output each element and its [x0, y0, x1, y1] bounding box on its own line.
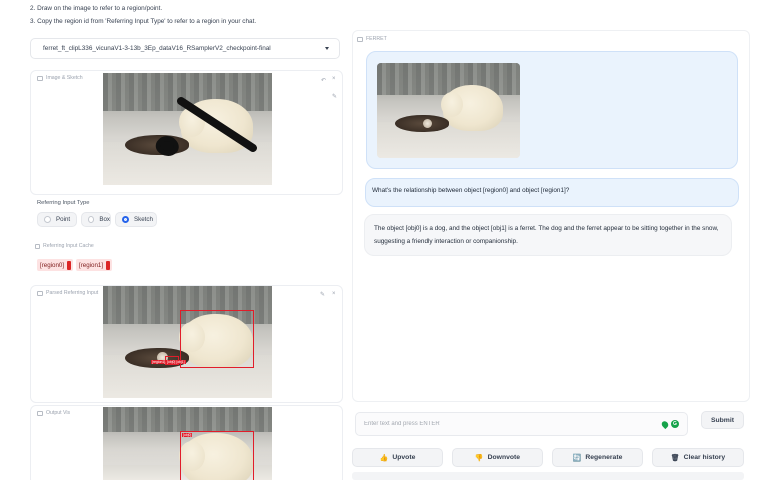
pencil-icon[interactable]: ✎ [320, 291, 325, 298]
radio-selected-icon [122, 216, 129, 223]
clear-history-button[interactable]: 🗑 Clear history [652, 448, 744, 467]
model-select-value: ferret_ft_clipL336_vicunaV1-3-13b_3Ep_da… [43, 45, 271, 52]
checkbox-icon [35, 243, 40, 249]
radio-circle-icon [88, 216, 95, 223]
output-vis-image: [obj0] [103, 407, 272, 480]
chat-image [377, 63, 520, 158]
sketch-strokes [155, 97, 257, 156]
sketch-canvas[interactable] [103, 73, 272, 185]
image-icon [37, 75, 43, 81]
refresh-icon: 🔄 [572, 454, 582, 462]
referring-input-label: Referring Input Type [37, 200, 90, 206]
chat-label: FERRET [357, 36, 387, 42]
ferret-face-shape [423, 119, 432, 128]
region-color-swatch [67, 260, 72, 270]
region-tag-0[interactable]: [region0] [37, 259, 73, 271]
radio-sketch[interactable]: Sketch [115, 212, 157, 227]
parsed-image: [region1], [obj0] [obj1] [103, 286, 272, 398]
chevron-down-icon [325, 47, 329, 50]
radio-point[interactable]: Point [37, 212, 77, 227]
chat-icon [357, 36, 363, 42]
ferret-shape [395, 115, 449, 132]
radio-box[interactable]: Box [81, 212, 111, 227]
undo-icon[interactable]: ↶ [321, 77, 326, 84]
image-icon [37, 290, 43, 296]
referring-cache-label: Referring Input Cache [35, 243, 94, 249]
image-sketch-label: Image & Sketch [37, 75, 83, 81]
output-vis-label: Output Vis [37, 410, 70, 416]
chat-input-box: G [355, 412, 688, 436]
output-box-label: [obj0] [182, 433, 193, 437]
region-box-1 [180, 310, 254, 368]
thumbs-up-icon: 👍 [379, 454, 389, 462]
instruction-step-3: 3. Copy the region id from 'Referring In… [30, 18, 257, 25]
model-select[interactable]: ferret_ft_clipL336_vicunaV1-3-13b_3Ep_da… [30, 38, 340, 59]
dog-head-shape [441, 92, 463, 117]
instruction-step-2: 2. Draw on the image to refer to a regio… [30, 5, 163, 12]
region-box-label: [region1], [obj0] [obj1] [151, 360, 186, 364]
trash-icon: 🗑 [670, 454, 680, 462]
chat-input[interactable] [356, 413, 687, 435]
regenerate-button[interactable]: 🔄 Regenerate [552, 448, 643, 467]
image-icon [37, 410, 43, 416]
submit-button[interactable]: Submit [701, 411, 744, 429]
region-tag-1[interactable]: [region1] [76, 259, 112, 271]
parsed-input-label: Parsed Referring Input [37, 290, 98, 296]
user-message: What's the relationship between object [… [372, 187, 570, 194]
upvote-button[interactable]: 👍 Upvote [352, 448, 443, 467]
downvote-button[interactable]: 👎 Downvote [452, 448, 543, 467]
close-icon[interactable]: × [332, 291, 336, 297]
close-icon[interactable]: × [332, 76, 336, 82]
output-box-0 [180, 431, 254, 480]
region-color-swatch [106, 260, 111, 270]
pencil-icon[interactable]: ✎ [332, 93, 337, 100]
thumbs-down-icon: 👎 [474, 454, 484, 462]
grammar-check-icon[interactable]: G [671, 420, 679, 428]
bottom-scroll-area [352, 472, 744, 480]
radio-circle-icon [44, 216, 51, 223]
bot-message: The object [obj0] is a dog, and the obje… [374, 225, 719, 245]
